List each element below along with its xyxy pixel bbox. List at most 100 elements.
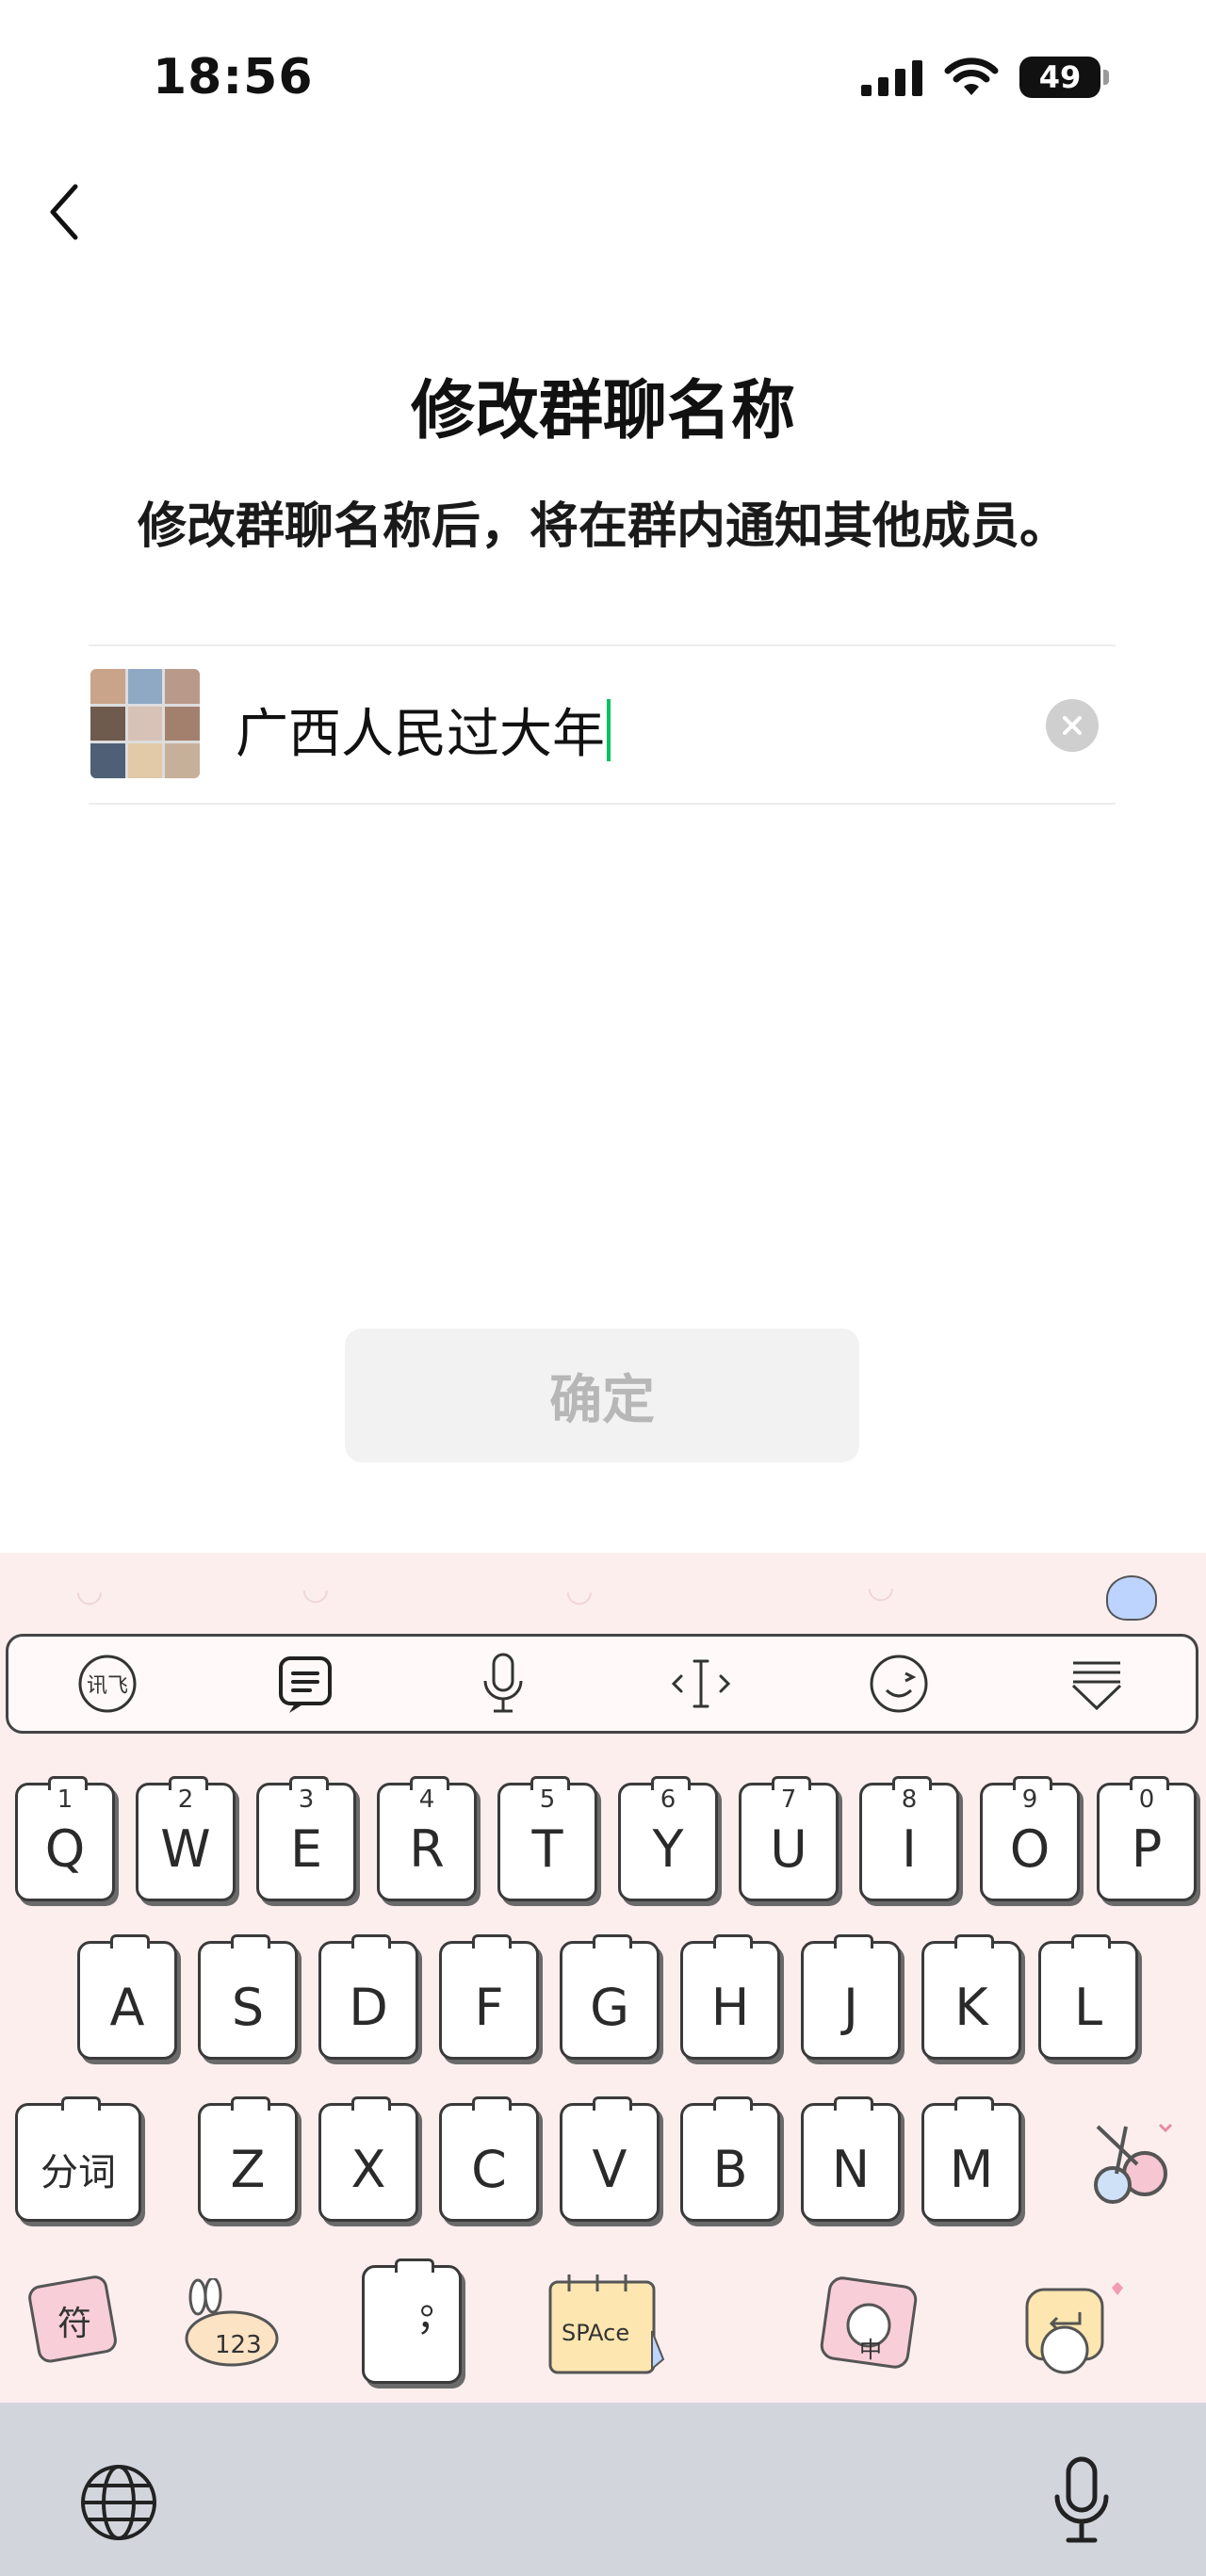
key-s[interactable]: S — [198, 1934, 298, 2060]
key-number: 5 — [539, 1785, 556, 1814]
signal-icon — [861, 60, 922, 96]
numbers-key[interactable]: 123 — [173, 2278, 285, 2372]
key-z[interactable]: Z — [198, 2096, 298, 2222]
decor-icon: ◡ — [565, 1572, 594, 1609]
key-letter: C — [471, 2139, 507, 2199]
key-y[interactable]: 6Y — [618, 1776, 718, 1901]
key-b[interactable]: B — [680, 2096, 780, 2222]
decor-icon: ◡ — [867, 1568, 895, 1606]
wifi-icon — [944, 57, 999, 95]
key-letter: U — [770, 1818, 807, 1879]
mascot-icon[interactable] — [1106, 1575, 1157, 1621]
key-letter: A — [109, 1977, 145, 2037]
key-letter: M — [949, 2139, 994, 2199]
key-letter: R — [409, 1818, 445, 1879]
punctuation-key[interactable]: 。， — [362, 2258, 462, 2384]
key-letter: W — [160, 1818, 211, 1879]
key-k[interactable]: K — [921, 1934, 1021, 2060]
microphone-icon[interactable] — [470, 1651, 536, 1717]
key-h[interactable]: H — [680, 1934, 780, 2060]
confirm-button[interactable]: 确定 — [345, 1329, 859, 1462]
battery-level: 49 — [1038, 59, 1082, 95]
chevron-left-icon — [50, 184, 78, 240]
key-letter: H — [710, 1977, 750, 2037]
microphone-icon[interactable] — [1051, 2454, 1112, 2548]
key-number: 2 — [177, 1785, 194, 1814]
key-c[interactable]: C — [439, 2096, 539, 2222]
key-o[interactable]: 9O — [980, 1776, 1080, 1901]
key-letter: K — [954, 1977, 988, 2037]
key-letter: V — [592, 2139, 627, 2199]
key-number: 3 — [298, 1785, 315, 1814]
language-label: 中 — [859, 2337, 882, 2363]
key-letter: D — [349, 1977, 388, 2037]
key-letter: T — [531, 1818, 563, 1879]
symbol-label: 符 — [57, 2305, 91, 2343]
key-letter: I — [902, 1818, 917, 1879]
key-v[interactable]: V — [560, 2096, 660, 2222]
scissors-delete-icon — [1094, 2123, 1173, 2204]
key-letter: Q — [44, 1818, 86, 1879]
xunfei-logo-icon[interactable]: 讯飞 — [74, 1651, 140, 1717]
battery-indicator: 49 — [1019, 57, 1109, 98]
key-letter: O — [1009, 1818, 1051, 1879]
group-avatar — [90, 669, 200, 778]
key-number: 1 — [57, 1785, 73, 1814]
key-i[interactable]: 8I — [859, 1776, 959, 1901]
group-name-input[interactable]: 广西人民过大年 — [236, 692, 611, 768]
key-number: 6 — [660, 1785, 676, 1814]
key-letter: F — [474, 1977, 504, 2037]
xunfei-logo-text: 讯飞 — [87, 1674, 128, 1698]
decor-icon: ◡ — [302, 1570, 330, 1607]
key-j[interactable]: J — [801, 1934, 901, 2060]
close-icon — [1063, 716, 1082, 735]
key-letter: X — [350, 2139, 386, 2199]
space-label: SPAce — [562, 2320, 630, 2346]
key-a[interactable]: A — [77, 1934, 177, 2060]
language-key[interactable]: 中 — [814, 2269, 927, 2376]
key-u[interactable]: 7U — [739, 1776, 839, 1901]
key-m[interactable]: M — [921, 2096, 1021, 2222]
key-number: 9 — [1021, 1785, 1038, 1814]
clear-input-button[interactable] — [1046, 699, 1099, 752]
page-subtitle: 修改群聊名称后，将在群内通知其他成员。 — [137, 498, 1068, 555]
key-letter: E — [289, 1818, 323, 1879]
globe-icon[interactable] — [79, 2463, 158, 2542]
collapse-keyboard-icon — [1071, 1661, 1122, 1711]
key-l[interactable]: L — [1038, 1934, 1138, 2060]
key-d[interactable]: D — [318, 1934, 418, 2060]
key-letter: Z — [230, 2139, 266, 2199]
xunfei-logo-icon: 讯飞 — [78, 1655, 137, 1713]
key-g[interactable]: G — [560, 1934, 660, 2060]
group-name-value: 广西人民过大年 — [236, 704, 605, 765]
key-p[interactable]: 0P — [1097, 1776, 1197, 1901]
text-cursor — [607, 698, 611, 761]
back-button[interactable] — [41, 179, 89, 245]
key-letter: G — [590, 1977, 629, 2037]
keyboard: ◡ ◡ ◡ ◡ 讯飞 1 Q 2 W 3 E 4 R 5 T 6 Y 7 U 8… — [0, 1553, 1206, 2403]
key-r[interactable]: 4R — [377, 1776, 477, 1901]
return-key[interactable] — [1014, 2269, 1131, 2382]
cursor-move-icon[interactable] — [668, 1651, 734, 1717]
segment-key[interactable]: 分词 — [15, 2096, 141, 2222]
space-key[interactable]: SPAce — [541, 2265, 673, 2382]
key-number: 7 — [780, 1785, 797, 1814]
key-f[interactable]: F — [439, 1934, 539, 2060]
status-icons: 49 — [861, 57, 1109, 98]
key-e[interactable]: 3E — [256, 1776, 356, 1901]
bunny-return-icon — [1025, 2282, 1123, 2374]
segment-label: 分词 — [41, 2151, 116, 2194]
status-time: 18:56 — [153, 49, 314, 106]
key-q[interactable]: 1Q — [15, 1776, 115, 1901]
key-x[interactable]: X — [318, 2096, 418, 2222]
emoji-icon[interactable] — [866, 1651, 932, 1717]
key-t[interactable]: 5T — [497, 1776, 597, 1901]
key-n[interactable]: N — [801, 2096, 901, 2222]
symbol-key[interactable]: 符 — [19, 2269, 130, 2372]
key-number: 0 — [1138, 1785, 1155, 1814]
key-w[interactable]: 2W — [136, 1776, 236, 1901]
clipboard-icon[interactable] — [272, 1651, 338, 1717]
backspace-key[interactable] — [1074, 2103, 1187, 2216]
collapse-keyboard-icon[interactable] — [1064, 1651, 1130, 1717]
key-letter: L — [1073, 1977, 1103, 2037]
